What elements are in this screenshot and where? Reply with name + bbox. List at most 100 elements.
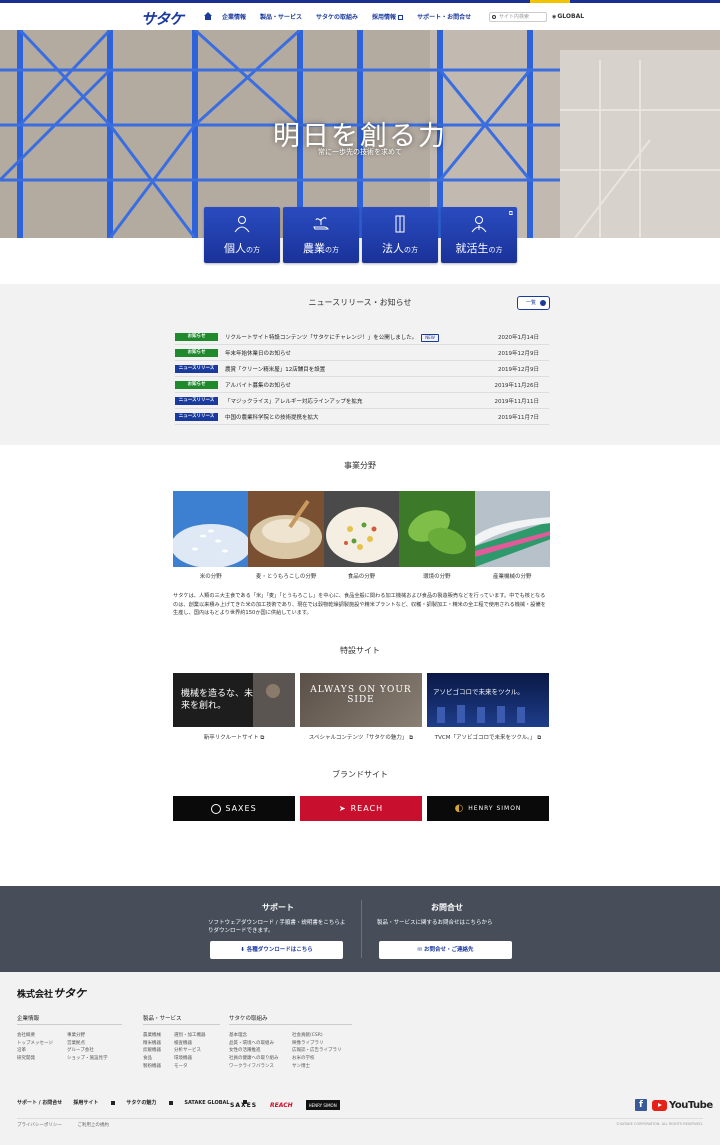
business-caption[interactable]: 環境の分野: [399, 572, 474, 580]
footer-links[interactable]: 事業分野 営業拠点 グループ会社 ショップ・施設見学: [67, 1032, 108, 1063]
building-icon: [395, 215, 405, 233]
brand-banners: SAXES ➤ REACH ◐ HENRY SIMON: [173, 796, 549, 821]
footer-recruit-link[interactable]: 採用サイト: [73, 1099, 116, 1106]
special-content-banner[interactable]: ALWAYS ON YOUR SIDE: [300, 673, 422, 727]
news-item[interactable]: お知らせ 年末年始休業日のお知らせ 2019年12月9日: [175, 345, 549, 361]
business-captions: 米の分野 麦・とうもろこしの分野 食品の分野 環境の分野 産業機械の分野: [173, 572, 550, 580]
business-caption[interactable]: 産業機械の分野: [475, 572, 550, 580]
footer-links[interactable]: 会社概要 トップメッセージ 沿革 研究開発: [17, 1032, 53, 1063]
contact-button[interactable]: ✉ お問合せ・ご連絡先: [379, 941, 512, 959]
audience-individual-button[interactable]: 個人の方: [204, 207, 280, 263]
search-input[interactable]: サイト内検索: [489, 12, 547, 22]
food-field-image[interactable]: [323, 491, 400, 567]
footer-bottom-links: サポート / お問合せ 採用サイト サタケの魅力 SATAKE GLOBAL: [17, 1099, 258, 1106]
news-date: 2019年12月9日: [498, 367, 539, 373]
footer-links[interactable]: 選別・加工機器 検査機器 分析サービス 環境機器 モータ: [174, 1032, 206, 1071]
support-divider: [361, 900, 362, 958]
footer-column-title[interactable]: 製品・サービス: [143, 1014, 182, 1022]
business-images: [173, 491, 550, 567]
support-section: サポート ソフトウェアダウンロード / 手順書・説明書をこちらよりダウンロードで…: [0, 886, 720, 972]
audience-student-button[interactable]: ⧉ 就活生の方: [441, 207, 517, 263]
reach-logo[interactable]: REACH: [270, 1100, 293, 1110]
special-caption[interactable]: TVCM「アソビゴコロで未来をツクル。」 ⧉: [427, 733, 549, 742]
saxes-brand-banner[interactable]: SAXES: [173, 796, 295, 821]
business-caption[interactable]: 食品の分野: [324, 572, 399, 580]
policy-links: プライバシーポリシー ご利用上の規約: [17, 1122, 123, 1128]
saxes-logo[interactable]: SAXES: [230, 1100, 257, 1110]
support-column: サポート ソフトウェアダウンロード / 手順書・説明書をこちらよりダウンロードで…: [208, 902, 348, 935]
henry-simon-brand-banner[interactable]: ◐ HENRY SIMON: [427, 796, 549, 821]
download-button[interactable]: ⬇ 各種ダウンロードはこちら: [210, 941, 343, 959]
site-footer: 株式会社サタケ 企業情報 会社概要 トップメッセージ 沿革 研究開発 事業分野 営業拠点…: [0, 972, 720, 1145]
wheat-corn-field-image[interactable]: [248, 491, 324, 567]
news-list-button[interactable]: 一覧: [517, 296, 550, 310]
satake-logo[interactable]: サタケ: [141, 8, 184, 29]
footer-links[interactable]: 農業機械 精米機器 炊飯機器 食品 製粉機器: [143, 1032, 161, 1071]
footer-appeal-link[interactable]: サタケの魅力: [126, 1099, 174, 1106]
news-tag: お知らせ: [175, 333, 218, 341]
news-date: 2020年1月14日: [498, 335, 539, 341]
special-title: 特設サイト: [340, 646, 380, 655]
rice-field-image[interactable]: [173, 491, 249, 567]
contact-text: 製品・サービスに関するお問合せはこちらから: [377, 920, 493, 926]
privacy-policy-link[interactable]: プライバシーポリシー: [17, 1123, 62, 1128]
external-link-icon: [111, 1100, 116, 1105]
nav-item-products[interactable]: 製品・サービス: [260, 12, 302, 21]
brand-title: ブランドサイト: [332, 770, 388, 779]
youtube-link[interactable]: YouTube: [652, 1099, 713, 1111]
nav-item-company[interactable]: 企業情報: [222, 12, 246, 21]
news-tag: お知らせ: [175, 381, 218, 389]
news-item[interactable]: お知らせ リクルートサイト特設コンテンツ「サタケにチャレンジ！」を公開しました。…: [175, 329, 549, 345]
hero-subtitle: 常に一歩先の技術を求めて: [318, 148, 402, 156]
support-title: サポート: [262, 903, 294, 912]
support-text: ソフトウェアダウンロード / 手順書・説明書をこちらよりダウンロードできます。: [208, 920, 346, 934]
reach-brand-banner[interactable]: ➤ REACH: [300, 796, 422, 821]
news-date: 2019年12月9日: [498, 351, 539, 357]
seedling-hand-icon: [313, 217, 329, 230]
footer-support-link[interactable]: サポート / お問合せ: [17, 1099, 62, 1106]
person-icon: [234, 216, 250, 233]
terms-link[interactable]: ご利用上の規約: [77, 1123, 109, 1128]
news-tag: ニュースリリース: [175, 413, 218, 421]
news-item[interactable]: ニュースリリース 中国の農業科学院との技術提携を拡大 2019年11月7日: [175, 409, 549, 425]
nav-item-initiatives[interactable]: サタケの取組み: [316, 12, 358, 21]
special-caption[interactable]: スペシャルコンテンツ「サタケの魅力」 ⧉: [300, 733, 422, 742]
footer-links[interactable]: 社会貢献(CSR) 映像ライブラリ 広報誌・広告ライブラリ お米の学校 サン博士: [292, 1032, 342, 1071]
recruit-site-banner[interactable]: 機械を造るな、未来を創れ。: [173, 673, 295, 727]
facebook-icon[interactable]: f: [635, 1099, 647, 1111]
nav-item-support[interactable]: サポート・お問合せ: [417, 12, 471, 21]
news-tag: ニュースリリース: [175, 365, 218, 373]
contact-title: お問合せ: [431, 903, 463, 912]
environment-field-image[interactable]: [399, 491, 475, 567]
henry-simon-logo[interactable]: HENRY SIMON: [305, 1100, 340, 1110]
business-title: 事業分野: [344, 461, 376, 470]
audience-agriculture-button[interactable]: 農業の方: [283, 207, 359, 263]
footer-logo[interactable]: 株式会社サタケ: [17, 985, 86, 1001]
news-title: ニュースリリース・お知らせ: [308, 298, 412, 307]
site-header: サタケ 企業情報 製品・サービス サタケの取組み 採用情報 サポート・お問合せ …: [0, 3, 720, 30]
news-item[interactable]: お知らせ アルバイト募集のお知らせ 2019年11月26日: [175, 377, 549, 393]
special-captions: 新卒リクルートサイト ⧉ スペシャルコンテンツ「サタケの魅力」 ⧉ TVCM「ア…: [173, 733, 549, 742]
main-nav: 企業情報 製品・サービス サタケの取組み 採用情報 サポート・お問合せ: [203, 12, 485, 21]
audience-corporate-button[interactable]: 法人の方: [362, 207, 438, 263]
audience-buttons: 個人の方 農業の方 法人の方 ⧉ 就活生の方: [204, 207, 517, 263]
news-item[interactable]: ニュースリリース 「マジックライス」アレルギー対応ラインアップを拡充 2019年…: [175, 393, 549, 409]
nav-item-recruit[interactable]: 採用情報: [372, 12, 404, 21]
business-caption[interactable]: 米の分野: [173, 572, 248, 580]
social-links: f YouTube: [635, 1099, 713, 1111]
special-banners: 機械を造るな、未来を創れ。 ALWAYS ON YOUR SIDE アソビゴコロ…: [173, 673, 549, 727]
news-tag: お知らせ: [175, 349, 218, 357]
home-icon[interactable]: [203, 12, 213, 21]
global-link[interactable]: GLOBAL: [552, 13, 584, 20]
footer-brand-logos: SAXES REACH HENRY SIMON: [230, 1100, 340, 1110]
news-item[interactable]: ニュースリリース 農賞「クリーン精米屋」12店舗目を設置 2019年12月9日: [175, 361, 549, 377]
copyright: ©SATAKE CORPORATION. ALL RIGHTS RESERVED…: [616, 1122, 703, 1126]
footer-links[interactable]: 基本理念 品質・環境への取組み 女性の活躍推進 社員の健康への取り組み ワークライフバラ…: [229, 1032, 279, 1071]
news-date: 2019年11月11日: [494, 399, 540, 405]
industrial-machinery-field-image[interactable]: [474, 491, 550, 567]
business-caption[interactable]: 麦・とうもろこしの分野: [248, 572, 323, 580]
footer-column-title[interactable]: サタケの取組み: [229, 1014, 268, 1022]
tvcm-banner[interactable]: アソビゴコロで未来をツクル。: [427, 673, 549, 727]
footer-column-title[interactable]: 企業情報: [17, 1014, 39, 1022]
special-caption[interactable]: 新卒リクルートサイト ⧉: [173, 733, 295, 742]
